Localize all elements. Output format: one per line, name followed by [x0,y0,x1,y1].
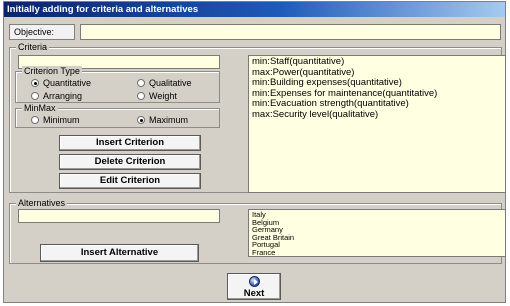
radio-maximum-label: Maximum [149,115,189,125]
next-button-label: Next [243,288,265,299]
radio-weight[interactable]: Weight [137,91,177,101]
radio-weight-label: Weight [149,91,177,101]
criteria-list[interactable]: min:Staff(quantitative) max:Power(quanti… [248,55,506,193]
alternatives-list-item[interactable]: France [252,249,502,256]
radio-maximum[interactable]: Maximum [137,115,188,125]
criteria-list-item[interactable]: min:Staff(quantitative) [252,56,502,68]
objective-label: Objective: [9,24,75,40]
window-title: Initially adding for criteria and altern… [4,2,505,17]
insert-criterion-button[interactable]: Insert Criterion [59,135,201,151]
radio-arranging-label: Arranging [43,91,83,101]
radio-selected-icon [137,116,145,124]
alternatives-list-item[interactable]: Italy [252,211,502,219]
minmax-group: MinMax Minimum Maximum [15,103,220,128]
radio-minimum[interactable]: Minimum [31,115,80,125]
radio-quantitative-label: Quantitative [43,78,92,88]
alternatives-list-item[interactable]: Great Britain [252,234,502,242]
alternatives-list-item[interactable]: Portugal [252,241,502,249]
alternatives-list[interactable]: Italy Belgium Germany Great Britain Port… [248,209,506,257]
radio-qualitative[interactable]: Qualitative [137,78,192,88]
radio-empty-icon [137,92,145,100]
minmax-title: MinMax [22,103,58,114]
dialog-window: Initially adding for criteria and altern… [3,1,506,303]
edit-criterion-button[interactable]: Edit Criterion [59,173,201,189]
alternative-name-input[interactable] [18,209,220,223]
criteria-group-title: Criteria [16,42,50,53]
radio-selected-icon [31,79,39,87]
radio-arranging[interactable]: Arranging [31,91,82,101]
radio-empty-icon [137,79,145,87]
delete-criterion-button[interactable]: Delete Criterion [59,154,201,170]
criterion-type-group: Criterion Type Quantitative Qualitative … [15,66,220,103]
radio-quantitative[interactable]: Quantitative [31,78,91,88]
radio-minimum-label: Minimum [43,115,80,125]
alternatives-group-title: Alternatives [16,198,68,209]
insert-alternative-button[interactable]: Insert Alternative [40,244,199,262]
criterion-type-title: Criterion Type [22,66,82,77]
objective-row: Objective: [9,24,502,40]
radio-empty-icon [31,116,39,124]
criteria-list-item[interactable]: max:Security level(qualitative) [252,109,502,121]
radio-empty-icon [31,92,39,100]
radio-qualitative-label: Qualitative [149,78,192,88]
alternatives-list-item[interactable]: Belgium [252,218,502,227]
objective-input[interactable] [80,24,501,40]
next-button[interactable]: Next [227,273,281,300]
next-arrow-icon [249,276,260,287]
alternatives-group: Alternatives Insert Alternative Italy Be… [9,198,506,264]
